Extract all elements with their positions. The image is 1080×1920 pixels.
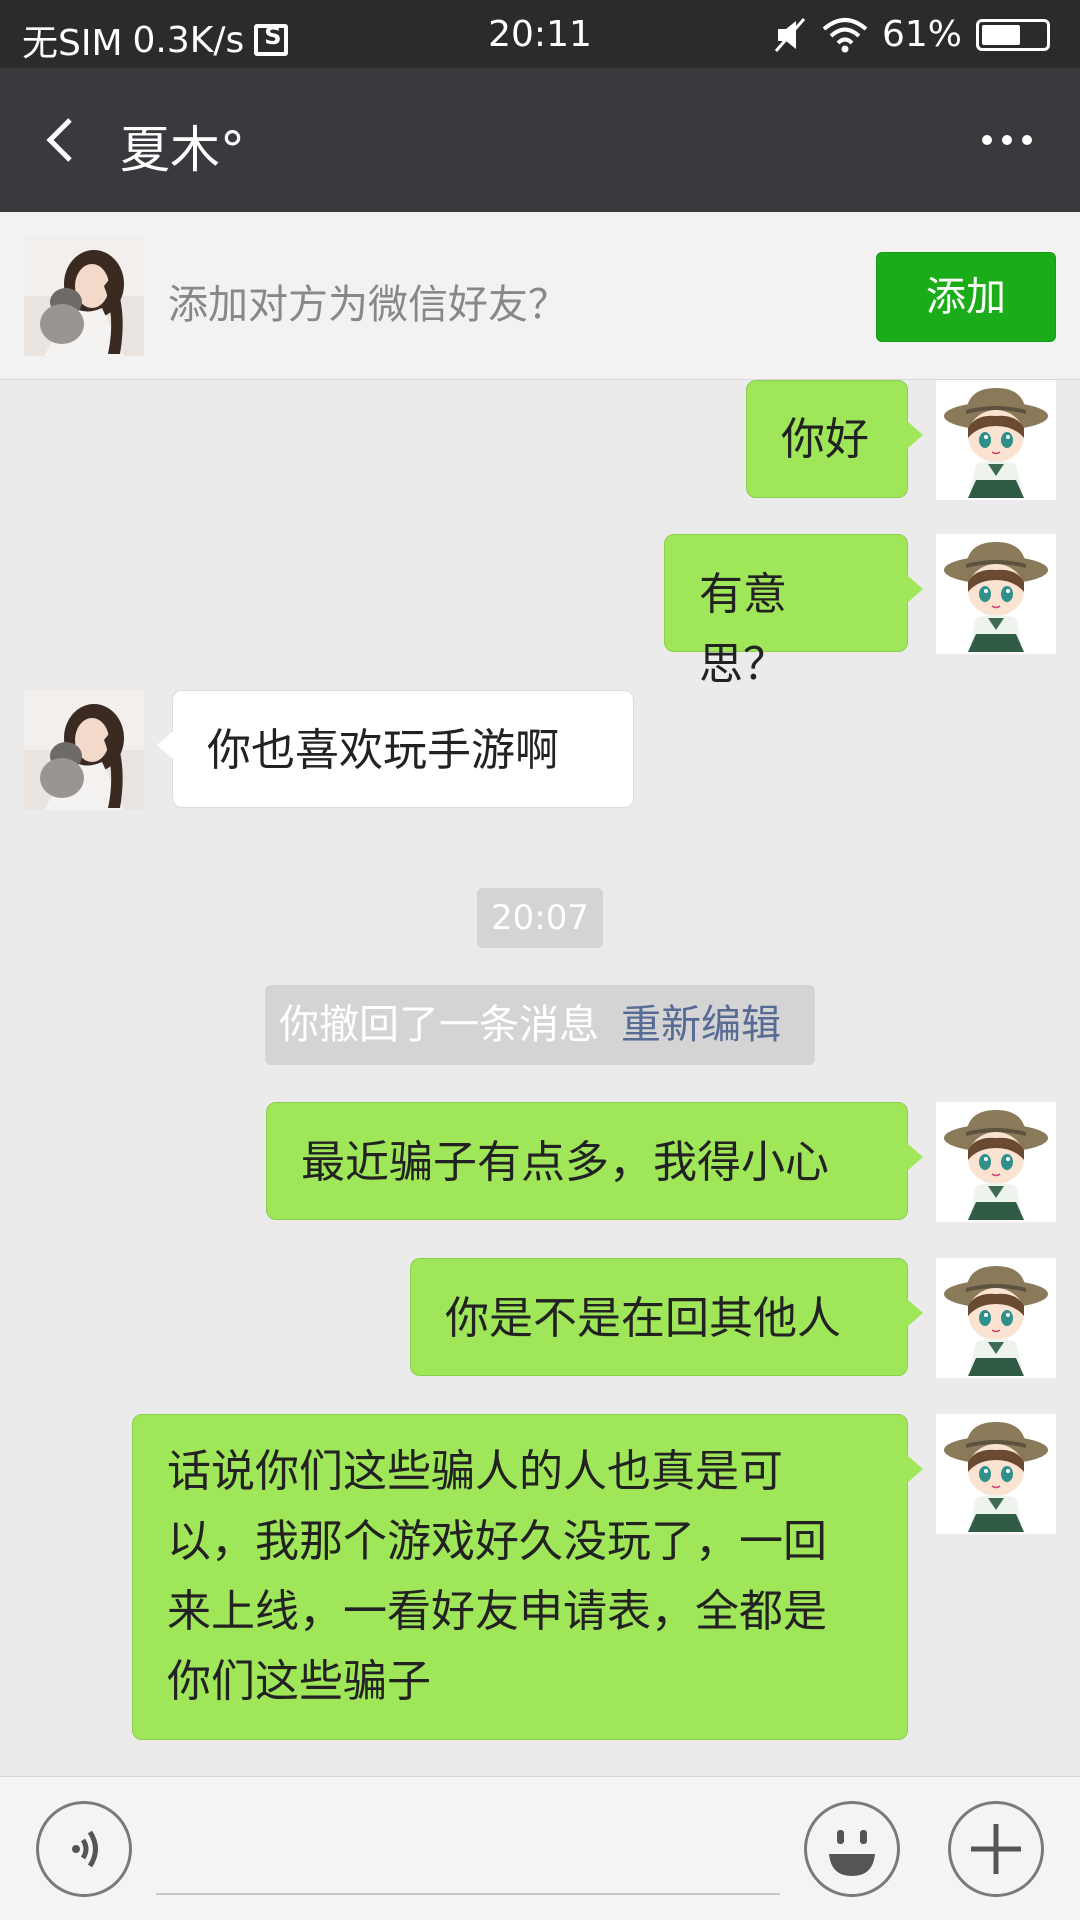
contact-avatar[interactable] [24,690,144,810]
reedit-link[interactable]: 重新编辑 [621,1002,781,1048]
my-avatar[interactable] [936,1258,1056,1378]
more-dots-icon[interactable] [980,130,1034,150]
message-bubble-outgoing[interactable]: 你好 [746,380,923,498]
back-arrow-icon[interactable] [36,112,92,168]
voice-icon [72,1830,98,1868]
status-bar: 无SIM 0.3K/s 20:11 61% [0,0,1080,68]
my-avatar[interactable] [936,1414,1056,1534]
my-avatar[interactable] [936,534,1056,654]
message-input[interactable] [156,1811,780,1895]
emoji-icon [829,1830,875,1876]
more-functions-button[interactable] [948,1801,1044,1897]
message-bubble-outgoing[interactable]: 你是不是在回其他人 [410,1258,923,1376]
input-bar [0,1776,1080,1920]
battery-icon [976,18,1050,51]
message-bubble-outgoing[interactable]: 最近骗子有点多，我得小心 [266,1102,923,1220]
message-bubble-incoming[interactable]: 你也喜欢玩手游啊 [157,690,634,808]
chat-header: 夏木° [0,68,1080,212]
voice-button[interactable] [36,1801,132,1897]
recall-notice: 你撤回了一条消息 重新编辑 [265,985,815,1065]
message-timestamp: 20:07 [477,888,603,948]
chat-title: 夏木° [120,121,245,179]
message-bubble-outgoing[interactable]: 话说你们这些骗人的人也真是可 以，我那个游戏好久没玩了，一回 来上线，一看好友申… [132,1414,923,1740]
battery-percent: 61% [881,14,962,55]
add-friend-banner: 添加对方为微信好友？ 添加 [0,212,1080,380]
my-avatar[interactable] [936,380,1056,500]
message-line: 来上线，一看好友申请表，全都是 [167,1586,827,1637]
recall-text: 你撤回了一条消息 [279,1002,599,1048]
message-line: 话说你们这些骗人的人也真是可 [167,1446,783,1497]
my-avatar[interactable] [936,1102,1056,1222]
message-bubble-outgoing[interactable]: 有意思？ [664,534,923,690]
emoji-button[interactable] [804,1801,900,1897]
battery-level [982,24,1020,45]
contact-avatar[interactable] [24,236,144,356]
message-line: 以，我那个游戏好久没玩了，一回 [167,1516,827,1567]
add-friend-prompt: 添加对方为微信好友？ [168,282,568,328]
add-friend-button[interactable]: 添加 [876,252,1056,342]
wifi-icon [822,17,868,52]
mute-icon [774,17,806,52]
plus-icon [971,1824,1021,1874]
message-line: 你们这些骗子 [167,1656,431,1707]
